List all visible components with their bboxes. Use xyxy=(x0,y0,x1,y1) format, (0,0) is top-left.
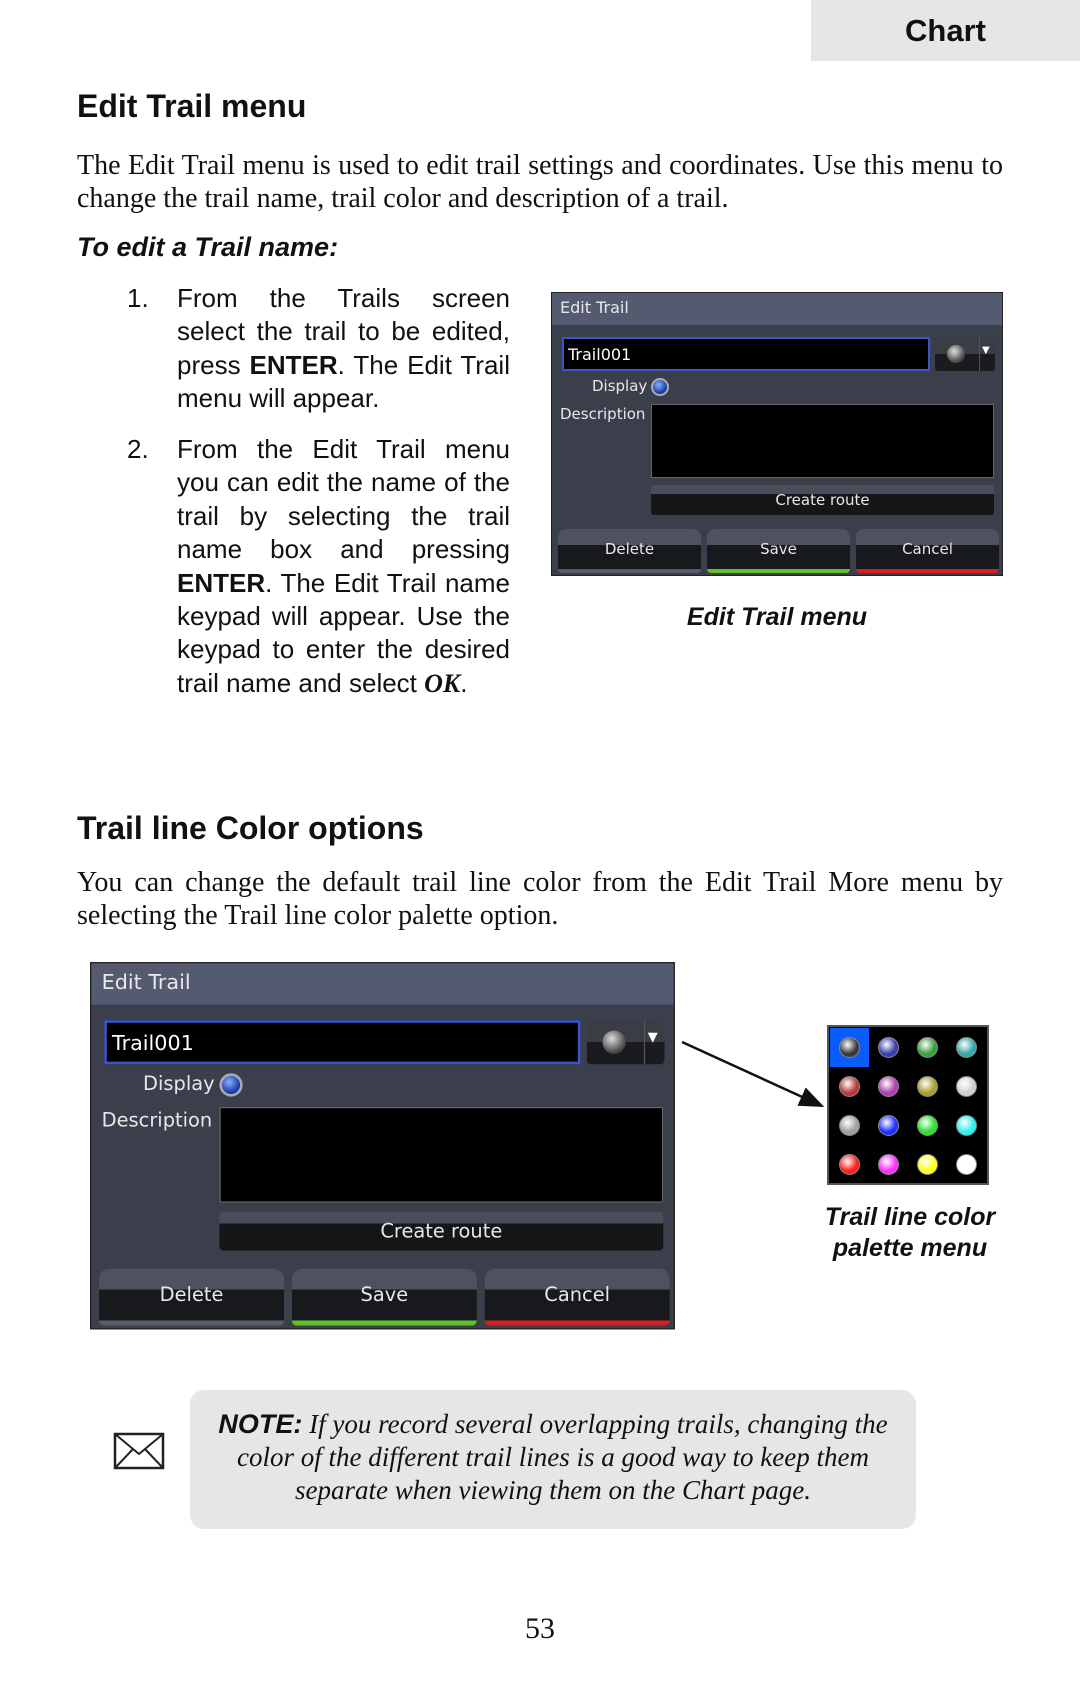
palette-color-swatch[interactable] xyxy=(830,1028,869,1067)
palette-color-swatch[interactable] xyxy=(830,1106,869,1145)
color-ball-icon xyxy=(917,1115,938,1136)
arrow-line xyxy=(681,1040,825,1108)
color-palette xyxy=(827,1025,989,1185)
palette-color-swatch[interactable] xyxy=(908,1145,947,1184)
color-ball-icon xyxy=(917,1154,938,1175)
color-ball-icon xyxy=(956,1115,977,1136)
palette-color-swatch[interactable] xyxy=(947,1067,986,1106)
note-label: NOTE: xyxy=(218,1409,303,1439)
color-ball-icon xyxy=(956,1037,977,1058)
note-box: NOTE: If you record several overlapping … xyxy=(190,1390,916,1529)
palette-color-swatch[interactable] xyxy=(908,1028,947,1067)
color-ball-icon xyxy=(878,1037,899,1058)
palette-color-swatch[interactable] xyxy=(947,1106,986,1145)
color-ball-icon xyxy=(839,1076,860,1097)
color-ball-icon xyxy=(878,1115,899,1136)
color-ball-icon xyxy=(878,1076,899,1097)
color-ball-icon xyxy=(956,1154,977,1175)
palette-color-swatch[interactable] xyxy=(830,1067,869,1106)
envelope-icon xyxy=(113,1432,165,1470)
color-ball-icon xyxy=(878,1154,899,1175)
palette-color-swatch[interactable] xyxy=(869,1145,908,1184)
palette-color-swatch[interactable] xyxy=(947,1145,986,1184)
palette-color-swatch[interactable] xyxy=(869,1028,908,1067)
note-text: If you record several overlapping trails… xyxy=(237,1409,888,1505)
palette-color-swatch[interactable] xyxy=(869,1106,908,1145)
palette-color-swatch[interactable] xyxy=(947,1028,986,1067)
color-ball-icon xyxy=(917,1076,938,1097)
palette-color-swatch[interactable] xyxy=(869,1067,908,1106)
page-number: 53 xyxy=(525,1612,555,1645)
palette-caption: Trail line color palette menu xyxy=(824,1203,996,1262)
palette-color-swatch[interactable] xyxy=(908,1067,947,1106)
color-ball-icon xyxy=(956,1076,977,1097)
color-ball-icon xyxy=(839,1037,860,1058)
color-ball-icon xyxy=(839,1115,860,1136)
palette-color-swatch[interactable] xyxy=(830,1145,869,1184)
color-ball-icon xyxy=(917,1037,938,1058)
color-ball-icon xyxy=(839,1154,860,1175)
palette-color-swatch[interactable] xyxy=(908,1106,947,1145)
